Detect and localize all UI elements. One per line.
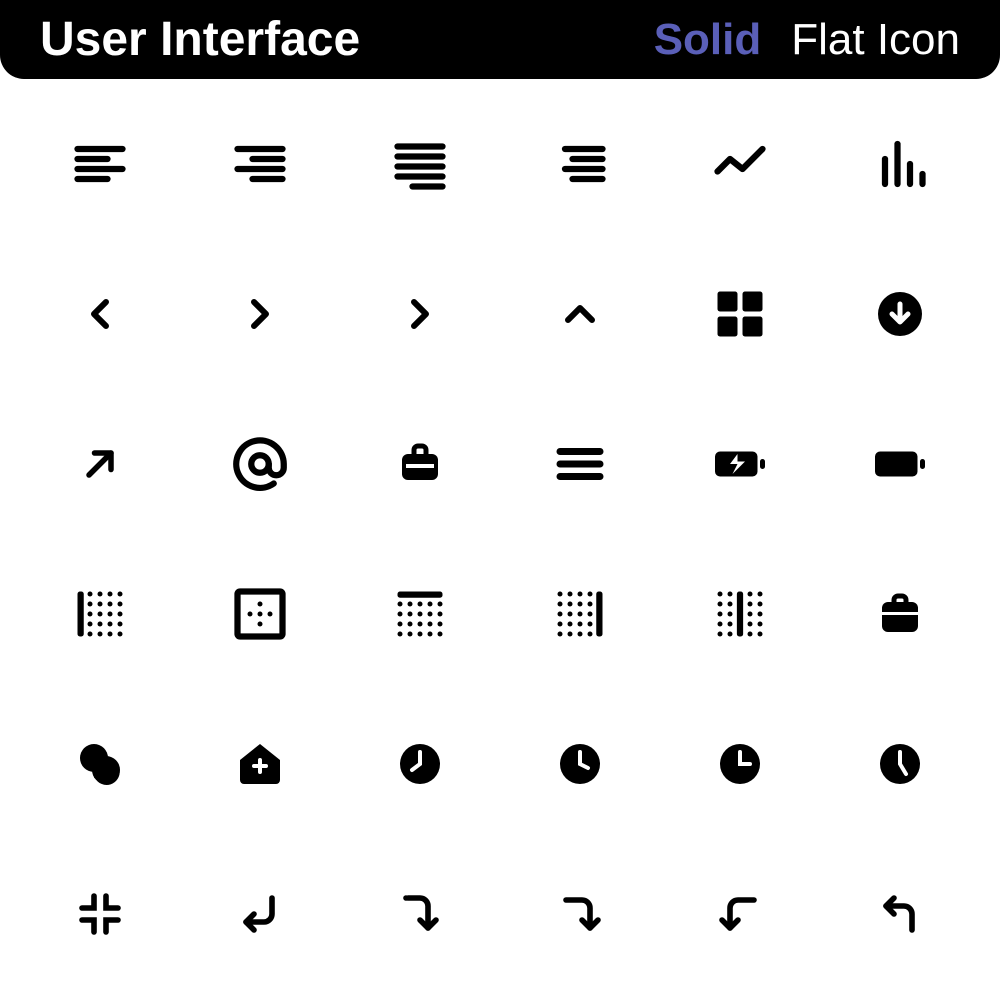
chevron-right-icon [180,239,340,389]
corner-right-down-icon [340,839,500,989]
chevron-right-2-icon [340,239,500,389]
clock-4-icon [820,689,980,839]
corner-left-down-icon [660,839,820,989]
align-right-icon [180,89,340,239]
at-sign-icon [180,389,340,539]
align-center-icon [500,89,660,239]
home-add-icon [180,689,340,839]
align-justify-icon [340,89,500,239]
battery-charging-icon [660,389,820,539]
briefcase-solid-icon [820,539,980,689]
icon-grid [0,79,1000,989]
menu-hamburger-icon [500,389,660,539]
border-box-icon [180,539,340,689]
grid-apps-icon [660,239,820,389]
header-style-solid: Solid [654,15,762,65]
corner-down-left-icon [180,839,340,989]
arrow-down-circle-icon [820,239,980,389]
bar-chart-icon [820,89,980,239]
analytics-line-icon [660,89,820,239]
header-bar: User Interface Solid Flat Icon [0,0,1000,79]
header-title: User Interface [40,12,624,67]
clock-2-icon [500,689,660,839]
border-left-icon [20,539,180,689]
border-center-vertical-icon [660,539,820,689]
coins-icon [20,689,180,839]
align-left-icon [20,89,180,239]
briefcase-outline-icon [340,389,500,539]
minimize-icon [20,839,180,989]
clock-3-icon [660,689,820,839]
clock-1-icon [340,689,500,839]
header-style-flat: Flat Icon [791,15,960,65]
chevron-left-icon [20,239,180,389]
chevron-up-icon [500,239,660,389]
arrow-up-right-icon [20,389,180,539]
border-right-icon [500,539,660,689]
corner-down-right-icon [500,839,660,989]
border-top-icon [340,539,500,689]
battery-full-icon [820,389,980,539]
corner-up-left-icon [820,839,980,989]
